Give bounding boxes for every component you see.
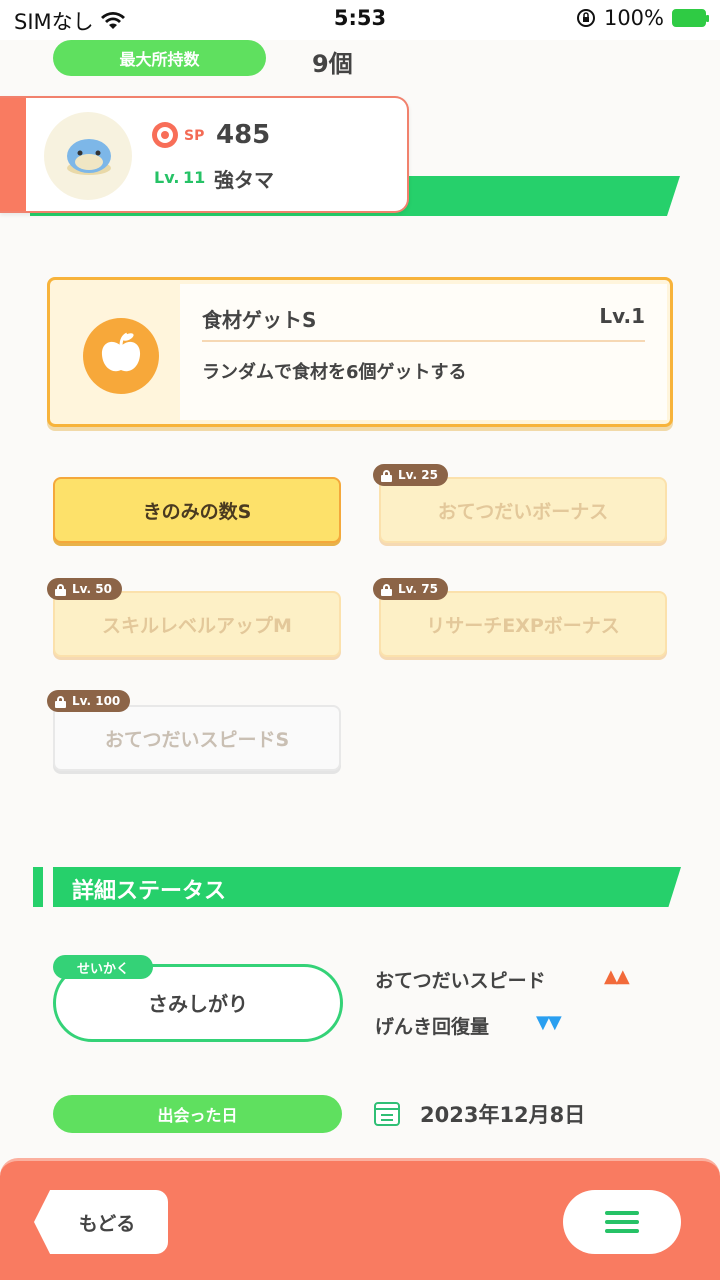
lock-level: Lv. 75 bbox=[398, 582, 438, 596]
nature-tag: せいかく bbox=[53, 955, 153, 979]
max-holdings-value: 9個 bbox=[312, 50, 353, 78]
pokemon-name: 強タマ bbox=[214, 168, 274, 192]
lock-level: Lv. 50 bbox=[72, 582, 112, 596]
menu-icon bbox=[605, 1211, 639, 1233]
section-accent bbox=[33, 867, 43, 907]
nature-value: さみしがり bbox=[148, 992, 248, 1016]
lock-badge: Lv. 25 bbox=[373, 464, 448, 486]
status-right: 100% bbox=[576, 6, 709, 30]
pokemon-card-accent bbox=[0, 98, 26, 211]
pokemon-card: SP 485 Lv. 11 強タマ bbox=[0, 96, 409, 213]
main-skill-level: Lv.1 bbox=[599, 304, 645, 328]
main-skill-card[interactable]: 食材ゲットS Lv.1 ランダムで食材を6個ゲットする bbox=[47, 277, 673, 427]
lock-badge: Lv. 50 bbox=[47, 578, 122, 600]
down-arrows-icon: ▼▼ bbox=[536, 1012, 562, 1033]
met-date-value: 2023年12月8日 bbox=[420, 1103, 586, 1127]
sub-skill-button[interactable]: おてつだいボーナス bbox=[379, 477, 667, 543]
battery-percent: 100% bbox=[603, 6, 664, 30]
pokemon-avatar bbox=[44, 112, 132, 200]
met-date-label: 出会った日 bbox=[53, 1095, 342, 1133]
lock-badge: Lv. 100 bbox=[47, 690, 131, 712]
main-skill-name: 食材ゲットS bbox=[202, 308, 317, 332]
main-skill-description: ランダムで食材を6個ゲットする bbox=[202, 362, 467, 383]
nature-up-effect: おてつだいスピード bbox=[375, 970, 546, 992]
battery-icon bbox=[672, 9, 709, 27]
sub-skill-button[interactable]: おてつだいスピードS bbox=[53, 705, 341, 771]
level-value: 11 bbox=[183, 168, 206, 187]
lock-icon bbox=[381, 469, 392, 482]
up-arrows-icon: ▲▲ bbox=[604, 966, 630, 987]
main-skill-icon-area bbox=[54, 284, 180, 420]
sp-icon bbox=[152, 122, 178, 148]
status-bar: SIMなし 5:53 100% bbox=[0, 0, 720, 40]
calendar-icon bbox=[374, 1102, 400, 1126]
sub-skill-button[interactable]: リサーチEXPボーナス bbox=[379, 591, 667, 657]
lock-level: Lv. 25 bbox=[398, 468, 438, 482]
sub-skill-button[interactable]: きのみの数S bbox=[53, 477, 341, 543]
spheal-icon bbox=[67, 139, 111, 175]
level-label: Lv. bbox=[154, 168, 180, 187]
lock-level: Lv. 100 bbox=[72, 694, 121, 708]
menu-button[interactable] bbox=[563, 1190, 681, 1254]
back-button[interactable]: もどる bbox=[34, 1190, 168, 1254]
divider bbox=[202, 340, 645, 342]
main-skill-info: 食材ゲットS Lv.1 ランダムで食材を6個ゲットする bbox=[180, 284, 667, 420]
apple-icon bbox=[83, 318, 159, 394]
lock-badge: Lv. 75 bbox=[373, 578, 448, 600]
lock-icon bbox=[381, 583, 392, 596]
sp-label: SP bbox=[184, 128, 205, 144]
lock-icon bbox=[55, 583, 66, 596]
sub-skill-button[interactable]: スキルレベルアップM bbox=[53, 591, 341, 657]
section-title: 詳細ステータス bbox=[72, 879, 227, 904]
max-holdings-label: 最大所持数 bbox=[53, 40, 266, 76]
orientation-lock-icon bbox=[576, 9, 595, 27]
nature-down-effect: げんき回復量 bbox=[375, 1016, 490, 1038]
lock-icon bbox=[55, 695, 66, 708]
sp-value: 485 bbox=[216, 120, 271, 150]
